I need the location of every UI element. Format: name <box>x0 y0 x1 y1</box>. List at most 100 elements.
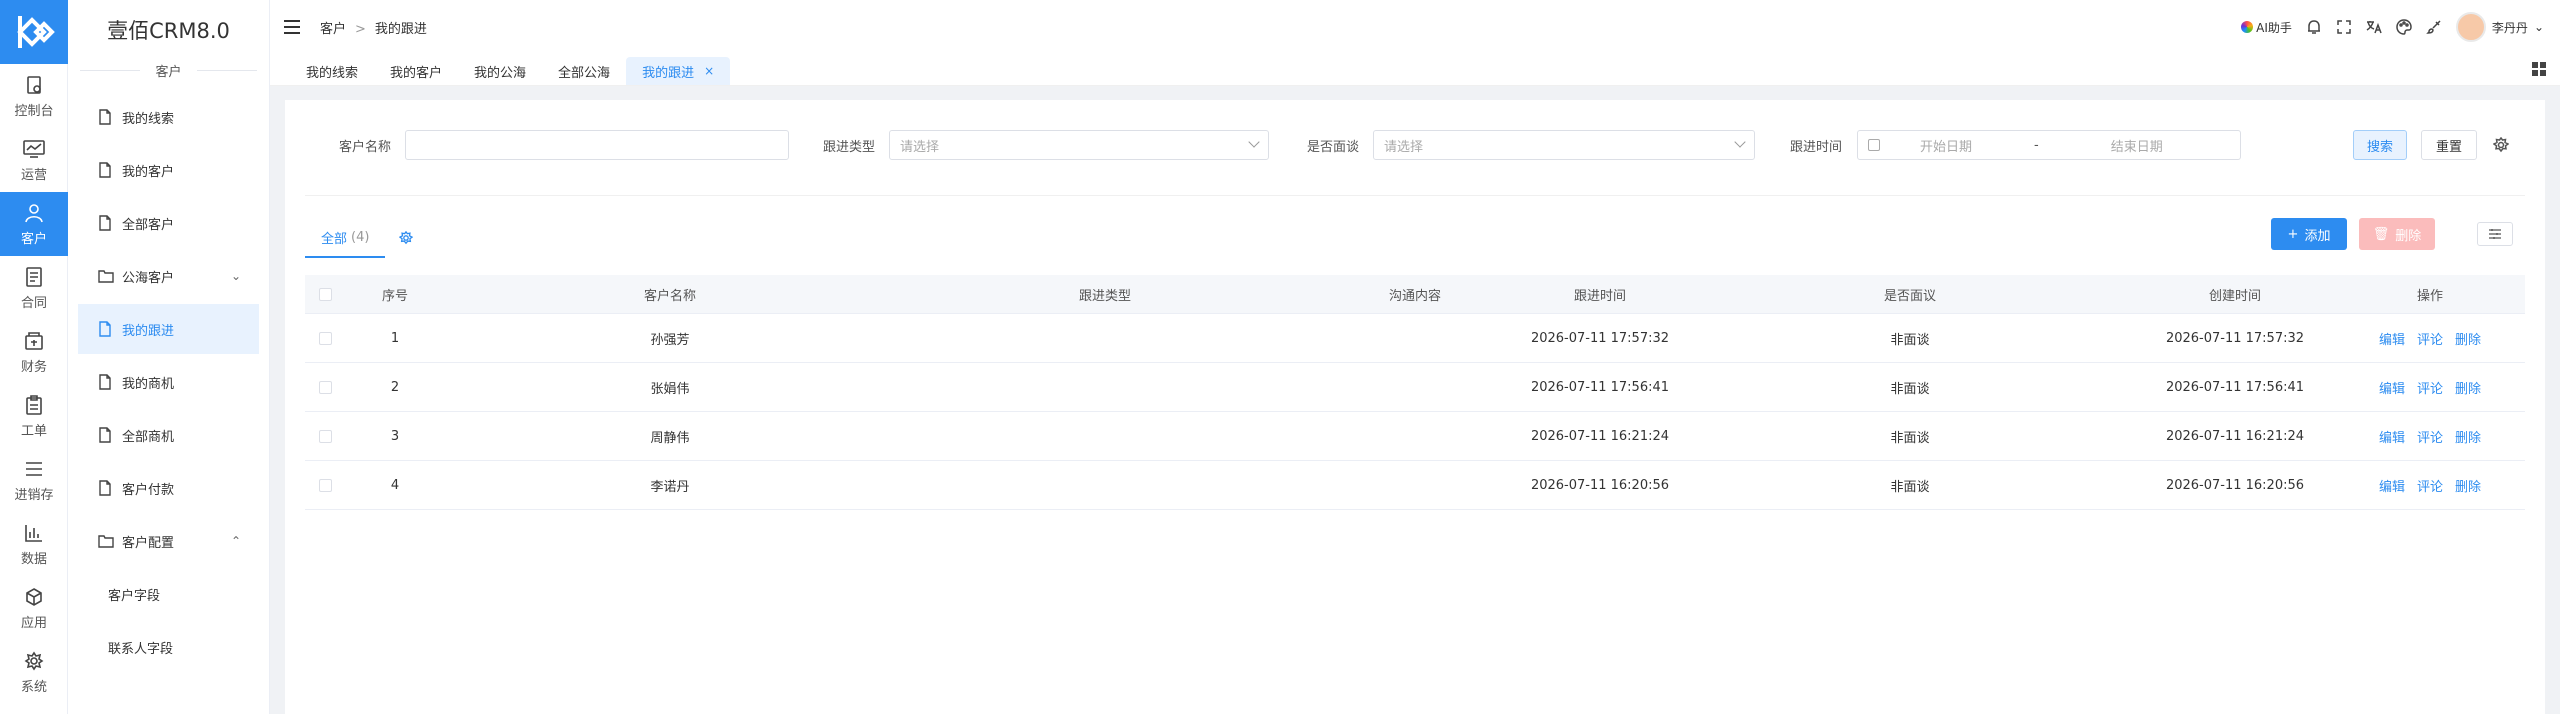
sidebar-item-label: 公海客户 <box>122 270 175 286</box>
row-followup-time: 2026-07-11 16:21:24 <box>1530 428 1670 444</box>
row-customer-name: 周静伟 <box>650 430 690 446</box>
tab-my-followups[interactable]: 我的跟进 × <box>626 57 731 85</box>
face-to-face-label: 是否面谈 <box>1307 140 1360 155</box>
face-to-face-select[interactable]: 请选择 <box>1373 130 1755 160</box>
sidebar-item-my-followups[interactable]: 我的跟进 <box>78 304 259 354</box>
sidebar-item-all-opportunities[interactable]: 全部商机 <box>78 410 259 460</box>
end-date-input[interactable]: 结束日期 <box>2111 136 2163 155</box>
rail-item-contract[interactable]: 合同 <box>0 256 68 320</box>
ai-assistant-button[interactable]: AI助手 <box>2241 19 2292 36</box>
tabs-menu-icon[interactable] <box>2532 62 2546 76</box>
sidebar-item-customer-payments[interactable]: 客户付款 <box>78 463 259 513</box>
delete-button[interactable]: 🗑 删除 <box>2359 218 2435 250</box>
settings-icon[interactable] <box>399 230 415 246</box>
column-settings-button[interactable] <box>2477 222 2513 246</box>
sidebar-item-customer-config[interactable]: 客户配置 ⌃ <box>78 516 259 566</box>
delete-link[interactable]: 删除 <box>2455 476 2481 495</box>
date-range-picker[interactable]: 开始日期 - 结束日期 <box>1857 130 2241 160</box>
palette-icon[interactable] <box>2396 19 2412 35</box>
table-row: 2 张娟伟 2026-07-11 17:56:41 非面谈 2026-07-11… <box>305 363 2525 412</box>
gear-icon[interactable] <box>2492 136 2510 154</box>
column-header: 跟进时间 <box>1573 288 1626 304</box>
rail-item-customer[interactable]: 客户 <box>0 192 68 256</box>
rail-item-app[interactable]: 应用 <box>0 576 68 640</box>
followup-table: 序号 客户名称 跟进类型 沟通内容 跟进时间 是否面议 创建时间 操作 1 孙强… <box>305 275 2525 510</box>
fullscreen-icon[interactable] <box>2336 19 2352 35</box>
row-checkbox[interactable] <box>318 429 332 443</box>
followup-type-select[interactable]: 请选择 <box>889 130 1269 160</box>
delete-link[interactable]: 删除 <box>2455 329 2481 348</box>
comment-link[interactable]: 评论 <box>2417 476 2443 495</box>
table-row: 4 李诺丹 2026-07-11 16:20:56 非面谈 2026-07-11… <box>305 461 2525 510</box>
tab-all-public-pool[interactable]: 全部公海 <box>542 57 626 85</box>
select-all-checkbox[interactable] <box>318 287 332 301</box>
ticket-icon <box>23 394 45 416</box>
row-checkbox[interactable] <box>318 331 332 345</box>
edit-link[interactable]: 编辑 <box>2379 476 2405 495</box>
rail-item-label: 系统 <box>20 679 47 695</box>
rail-item-operations[interactable]: 运营 <box>0 128 68 192</box>
rail-item-dashboard[interactable]: 控制台 <box>0 64 68 128</box>
app-logo[interactable] <box>0 0 68 64</box>
sidebar-item-my-customers[interactable]: 我的客户 <box>78 145 259 195</box>
table-row: 1 孙强芳 2026-07-11 17:57:32 非面谈 2026-07-11… <box>305 314 2525 363</box>
row-seq: 1 <box>390 330 400 346</box>
list-tabs: 全部 (4) <box>305 218 415 258</box>
reset-button[interactable]: 重置 <box>2421 130 2477 160</box>
bell-icon[interactable] <box>2306 19 2322 35</box>
file-icon <box>98 480 114 496</box>
sidebar-item-public-customers[interactable]: 公海客户 ⌄ <box>78 251 259 301</box>
column-header: 客户名称 <box>643 288 696 304</box>
delete-link[interactable]: 删除 <box>2455 378 2481 397</box>
tab-all-label: 全部 <box>321 231 348 247</box>
start-date-input[interactable]: 开始日期 <box>1920 136 1972 155</box>
dashboard-icon <box>23 74 45 96</box>
edit-link[interactable]: 编辑 <box>2379 427 2405 446</box>
tab-my-public-pool[interactable]: 我的公海 <box>458 57 542 85</box>
menu-toggle-icon[interactable] <box>284 20 300 34</box>
rail-item-ticket[interactable]: 工单 <box>0 384 68 448</box>
tab-my-customers[interactable]: 我的客户 <box>374 57 458 85</box>
rail-item-data[interactable]: 数据 <box>0 512 68 576</box>
row-seq: 2 <box>390 379 400 395</box>
sidebar-item-contact-fields[interactable]: 联系人字段 <box>78 622 259 672</box>
customer-name-input[interactable] <box>405 130 789 160</box>
close-icon[interactable]: × <box>704 64 714 78</box>
sidebar-item-customer-fields[interactable]: 客户字段 <box>78 569 259 619</box>
row-checkbox[interactable] <box>318 380 332 394</box>
rail-item-inventory[interactable]: 进销存 <box>0 448 68 512</box>
add-button[interactable]: + 添加 <box>2271 218 2347 250</box>
edit-link[interactable]: 编辑 <box>2379 378 2405 397</box>
sidebar-item-label: 客户付款 <box>122 482 175 498</box>
row-followup-time: 2026-07-11 16:20:56 <box>1530 477 1670 493</box>
comment-link[interactable]: 评论 <box>2417 427 2443 446</box>
comment-link[interactable]: 评论 <box>2417 378 2443 397</box>
brush-icon[interactable] <box>2426 19 2442 35</box>
rail-item-system[interactable]: 系统 <box>0 640 68 704</box>
tab-my-leads[interactable]: 我的线索 <box>290 57 374 85</box>
user-menu[interactable]: 李丹丹 ⌄ <box>2455 12 2544 42</box>
row-actions: 编辑 评论 删除 <box>2335 427 2525 446</box>
rail-item-label: 运营 <box>20 167 47 183</box>
translate-icon[interactable] <box>2366 19 2382 35</box>
breadcrumb-item[interactable]: 客户 <box>320 22 346 37</box>
rail-item-finance[interactable]: 财务 <box>0 320 68 384</box>
system-icon <box>23 650 45 672</box>
sidebar-item-all-customers[interactable]: 全部客户 <box>78 198 259 248</box>
column-header: 操作 <box>2416 288 2443 304</box>
edit-link[interactable]: 编辑 <box>2379 329 2405 348</box>
sidebar-item-my-opportunities[interactable]: 我的商机 <box>78 357 259 407</box>
sidebar-item-my-leads[interactable]: 我的线索 <box>78 92 259 142</box>
comment-link[interactable]: 评论 <box>2417 329 2443 348</box>
avatar <box>2455 12 2486 42</box>
rail-item-label: 合同 <box>20 295 47 311</box>
user-name: 李丹丹 <box>2491 20 2528 35</box>
delete-link[interactable]: 删除 <box>2455 427 2481 446</box>
row-checkbox[interactable] <box>318 478 332 492</box>
chevron-down-icon[interactable]: ⌄ <box>231 269 241 283</box>
tab-all[interactable]: 全部 (4) <box>305 218 386 258</box>
tab-label: 我的线索 <box>306 65 359 81</box>
search-button[interactable]: 搜索 <box>2353 130 2407 160</box>
chevron-up-icon[interactable]: ⌃ <box>231 534 241 548</box>
table-header: 序号 客户名称 跟进类型 沟通内容 跟进时间 是否面议 创建时间 操作 <box>305 275 2525 314</box>
